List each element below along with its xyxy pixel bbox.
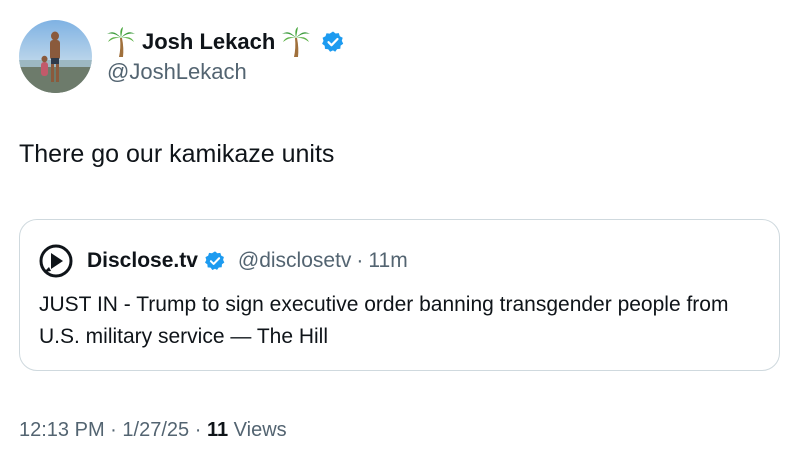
tweet: Josh Lekach @JoshLekach There go our kam… xyxy=(0,0,800,456)
author-name-row[interactable]: Josh Lekach xyxy=(106,26,345,58)
quoted-handle[interactable]: @disclosetv xyxy=(238,249,352,273)
quoted-tweet-text: JUST IN - Trump to sign executive order … xyxy=(39,293,729,348)
quoted-display-name[interactable]: Disclose.tv xyxy=(87,249,198,273)
author-avatar[interactable] xyxy=(19,20,92,93)
palm-tree-icon xyxy=(281,26,311,58)
quoted-separator: · xyxy=(356,249,364,272)
views-label[interactable]: Views xyxy=(234,419,287,441)
tweet-date[interactable]: 1/27/25 xyxy=(122,419,189,441)
tweet-text: There go our kamikaze units xyxy=(19,140,335,168)
palm-tree-icon xyxy=(106,26,136,58)
verified-badge-icon[interactable] xyxy=(204,250,226,272)
meta-separator: · xyxy=(194,419,202,441)
quoted-tweet-card[interactable]: Disclose.tv @disclosetv · 11m JUST IN - … xyxy=(19,219,780,371)
disclose-logo-icon[interactable] xyxy=(39,244,73,278)
verified-badge-icon[interactable] xyxy=(321,30,345,54)
quoted-tweet-header: Disclose.tv @disclosetv · 11m xyxy=(39,244,408,278)
views-count[interactable]: 11 xyxy=(207,419,228,441)
meta-separator: · xyxy=(110,419,117,441)
author-display-name[interactable]: Josh Lekach xyxy=(142,29,275,55)
tweet-time[interactable]: 12:13 PM xyxy=(19,419,105,441)
quoted-timestamp[interactable]: 11m xyxy=(368,249,407,273)
tweet-metadata: 12:13 PM · 1/27/25 · 11 Views xyxy=(19,419,287,442)
author-handle[interactable]: @JoshLekach xyxy=(107,59,247,85)
